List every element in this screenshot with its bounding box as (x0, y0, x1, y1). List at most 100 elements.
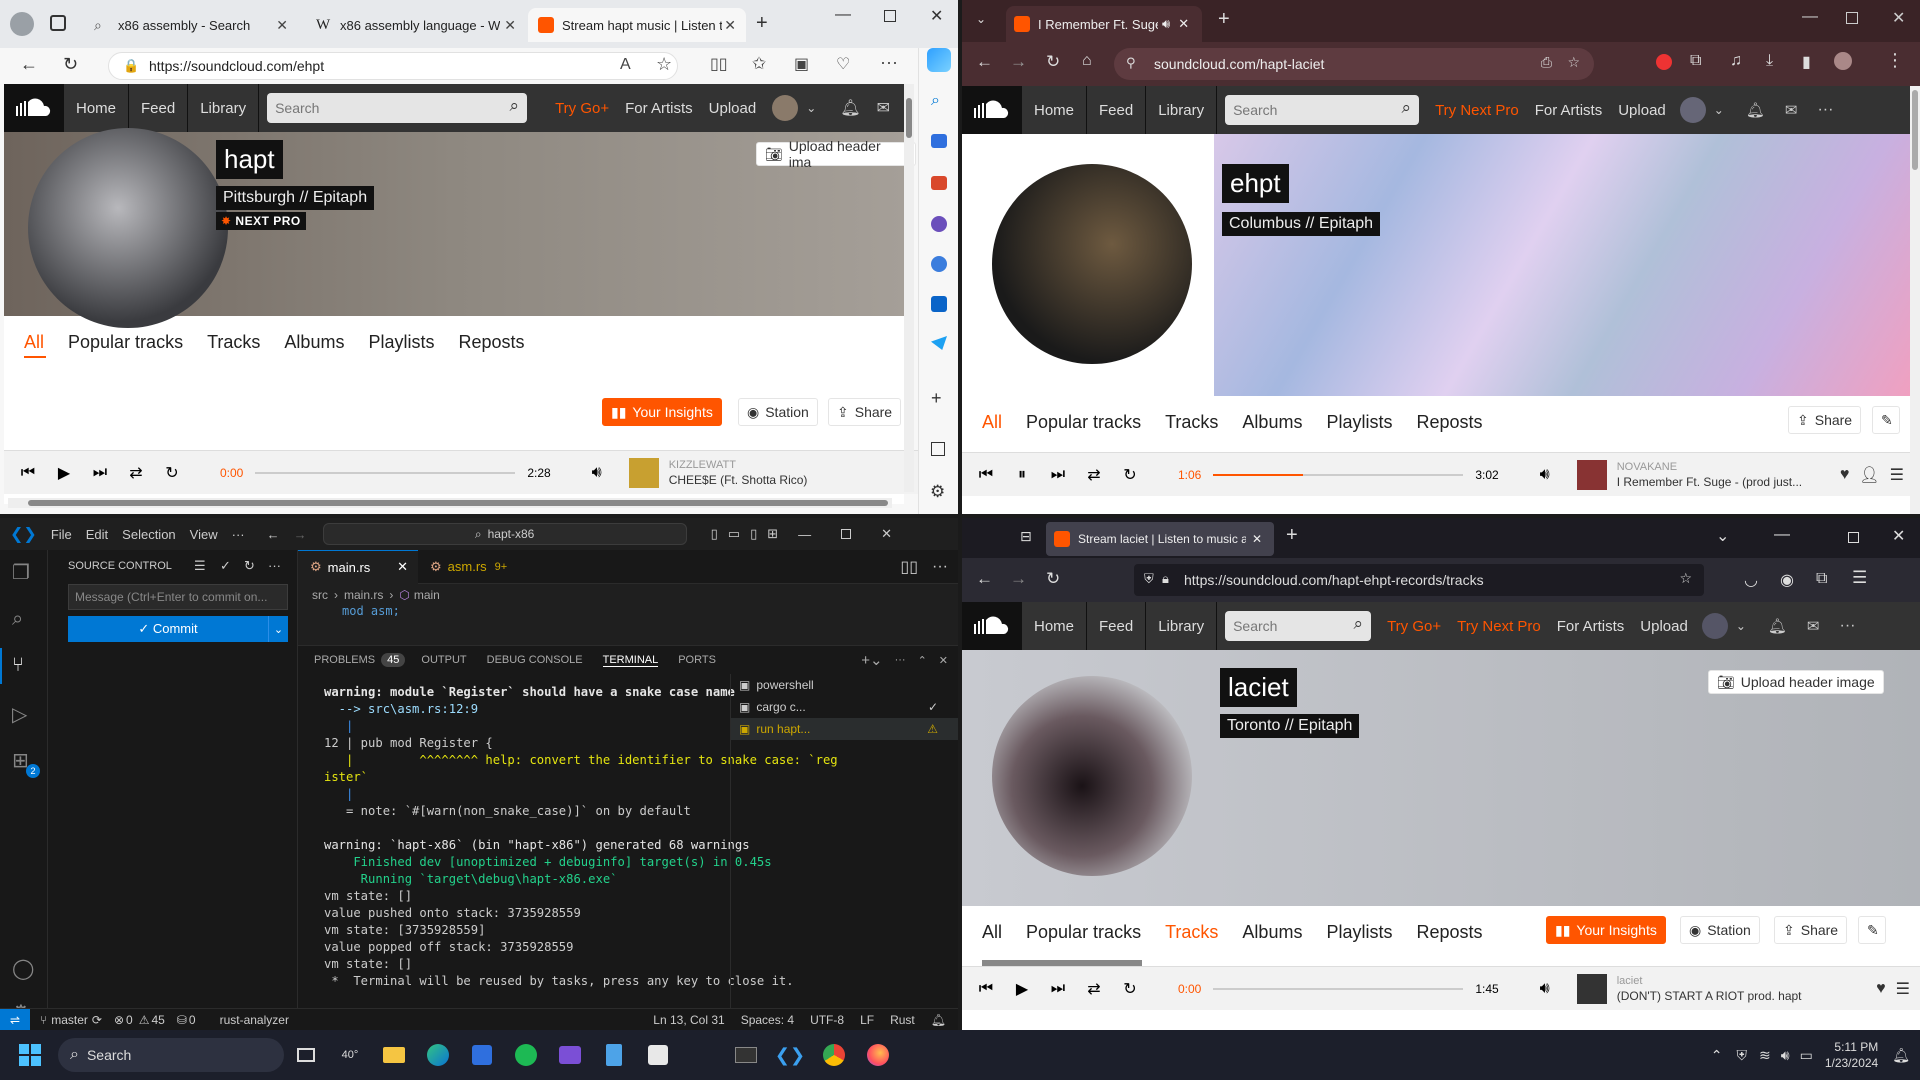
maximize-button[interactable] (1846, 12, 1858, 24)
menu-file[interactable]: File (51, 527, 72, 542)
games-icon[interactable] (931, 216, 947, 232)
for-artists-link[interactable]: For Artists (1527, 102, 1611, 119)
like-heart-icon[interactable]: ♥ (1876, 980, 1886, 998)
add-icon[interactable]: + (931, 388, 942, 409)
track-title[interactable]: (DON'T) START A RIOT prod. hapt (1617, 989, 1802, 1004)
queue-icon[interactable]: ☰ (1890, 465, 1904, 485)
more-icon[interactable]: ⋮ (1886, 50, 1904, 71)
progress-slider[interactable] (255, 471, 516, 474)
tab-albums[interactable]: Albums (284, 332, 344, 353)
menu-view[interactable]: View (190, 527, 218, 542)
shuffle-icon[interactable]: ⇄ (1076, 979, 1112, 999)
back-icon[interactable]: ← (976, 52, 993, 72)
edit-button[interactable]: ✎ (1872, 406, 1900, 434)
refresh-icon[interactable]: ↻ (244, 558, 255, 574)
account-icon[interactable]: ◉ (1780, 570, 1794, 590)
close-window-button[interactable]: ✕ (881, 526, 892, 542)
tab-soundcloud[interactable]: I Remember Ft. Suge - (proc 🔊︎ ✕ (1006, 6, 1202, 42)
terminal-item-powershell[interactable]: ▣ powershell (731, 674, 958, 696)
next-icon[interactable]: ⏭ (82, 464, 118, 482)
more-actions-icon[interactable]: ··· (268, 558, 281, 573)
language-mode[interactable]: Rust (890, 1013, 915, 1027)
tab-all[interactable]: All (982, 412, 1002, 433)
track-artwork[interactable] (1576, 459, 1607, 490)
close-window-button[interactable]: ✕ (1892, 526, 1905, 546)
source-control-icon[interactable]: ⑂ (12, 654, 24, 677)
code-line[interactable]: mod asm; (342, 604, 400, 616)
vertical-scrollbar[interactable] (1910, 86, 1920, 514)
play-icon[interactable]: ▶ (1004, 979, 1040, 999)
search-icon[interactable]: ⌕ (12, 608, 23, 631)
more-icon[interactable]: ··· (1817, 101, 1833, 119)
tab-main-rs[interactable]: ⚙ main.rs ✕ (298, 549, 418, 584)
repeat-icon[interactable]: ↻ (1112, 465, 1148, 485)
search-icon[interactable]: ⌕ (510, 96, 520, 116)
extensions-puzzle-icon[interactable]: ⧉ (1690, 52, 1701, 70)
maximize-button[interactable] (841, 529, 852, 539)
track-artist[interactable]: KIZZLEWATT (669, 458, 808, 473)
pocket-icon[interactable]: ◡ (1744, 570, 1758, 590)
progress-slider[interactable] (1213, 987, 1464, 990)
track-artist[interactable]: laciet (1617, 974, 1802, 989)
for-artists-link[interactable]: For Artists (617, 100, 701, 117)
messages-icon[interactable]: ✉ (1807, 617, 1820, 635)
soundcloud-logo[interactable] (962, 86, 1022, 134)
notifications-bell-icon[interactable]: 🔔︎ (1746, 101, 1765, 119)
shield-icon[interactable]: ⛨ (1144, 571, 1154, 587)
station-button[interactable]: ◉ Station (738, 398, 818, 426)
start-button[interactable] (10, 1035, 50, 1075)
tab-output[interactable]: OUTPUT (421, 654, 466, 666)
notifications-icon[interactable]: 🔔︎ (1892, 1047, 1910, 1064)
download-icon[interactable]: ⤓ (1766, 52, 1773, 70)
tools-icon[interactable] (931, 176, 947, 190)
vertical-scrollbar[interactable] (904, 84, 914, 492)
wifi-icon[interactable]: ≋ (1759, 1047, 1771, 1064)
tab-tracks[interactable]: Tracks (207, 332, 260, 353)
close-icon[interactable]: ✕ (397, 559, 408, 575)
profile-icon[interactable] (10, 12, 34, 36)
forward-icon[interactable]: → (1010, 52, 1027, 72)
copilot-icon[interactable] (927, 48, 951, 72)
ports-count[interactable]: 0 (189, 1013, 196, 1027)
tab-search-icon[interactable]: ⌄ (976, 12, 986, 26)
pause-icon[interactable]: ⏸ (1004, 466, 1040, 484)
split-editor-icon[interactable]: ▯▯ (900, 557, 918, 577)
track-artwork[interactable] (1576, 973, 1607, 1004)
close-window-button[interactable]: ✕ (930, 6, 943, 26)
pen-app-icon[interactable] (682, 1035, 722, 1075)
queue-icon[interactable]: ☰ (1896, 979, 1910, 999)
commit-check-icon[interactable]: ✓ (220, 558, 231, 574)
tab-albums[interactable]: Albums (1242, 922, 1302, 943)
upload-header-button[interactable]: 📷︎ Upload header image (1708, 670, 1884, 694)
tab-albums[interactable]: Albums (1242, 412, 1302, 433)
edge-icon[interactable] (418, 1035, 458, 1075)
file-explorer-icon[interactable] (374, 1035, 414, 1075)
home-icon[interactable]: ⌂ (1082, 52, 1092, 70)
paint-icon[interactable] (638, 1035, 678, 1075)
horizontal-scrollbar[interactable] (8, 498, 892, 508)
tab-wikipedia[interactable]: W x86 assembly language - Wik ✕ (306, 8, 526, 42)
encoding[interactable]: UTF-8 (810, 1013, 844, 1027)
tab-bing[interactable]: ⌕ x86 assembly - Search ✕ (84, 8, 298, 42)
tab-soundcloud[interactable]: Stream laciet | Listen to music a ✕ (1046, 522, 1274, 556)
refresh-icon[interactable]: ↻ (1046, 569, 1060, 589)
minimize-button[interactable]: — (798, 527, 811, 542)
progress-slider[interactable] (1213, 473, 1464, 476)
tab-asm-rs[interactable]: ⚙ asm.rs 9+ (418, 550, 538, 584)
maximize-button[interactable] (1848, 532, 1859, 543)
upload-link[interactable]: Upload (1610, 102, 1674, 119)
nav-feed[interactable]: Feed (1087, 602, 1147, 650)
track-artwork[interactable] (628, 457, 659, 488)
sidebar-toggle-icon[interactable] (931, 442, 945, 456)
branch-name[interactable]: master (51, 1013, 88, 1027)
close-window-button[interactable]: ✕ (1892, 8, 1905, 28)
install-app-icon[interactable]: ⎙ (1541, 54, 1552, 71)
toggle-panel-icon[interactable]: ▭ (728, 526, 740, 542)
tab-debug-console[interactable]: DEBUG CONSOLE (487, 654, 583, 666)
nav-feed[interactable]: Feed (1087, 86, 1147, 134)
volume-icon[interactable]: 🔊︎ (1527, 466, 1563, 484)
repeat-icon[interactable]: ↻ (1112, 979, 1148, 999)
messages-icon[interactable]: ✉ (877, 98, 890, 118)
bookmark-star-icon[interactable]: ☆ (1567, 54, 1580, 71)
explorer-icon[interactable]: ❐ (12, 560, 30, 585)
